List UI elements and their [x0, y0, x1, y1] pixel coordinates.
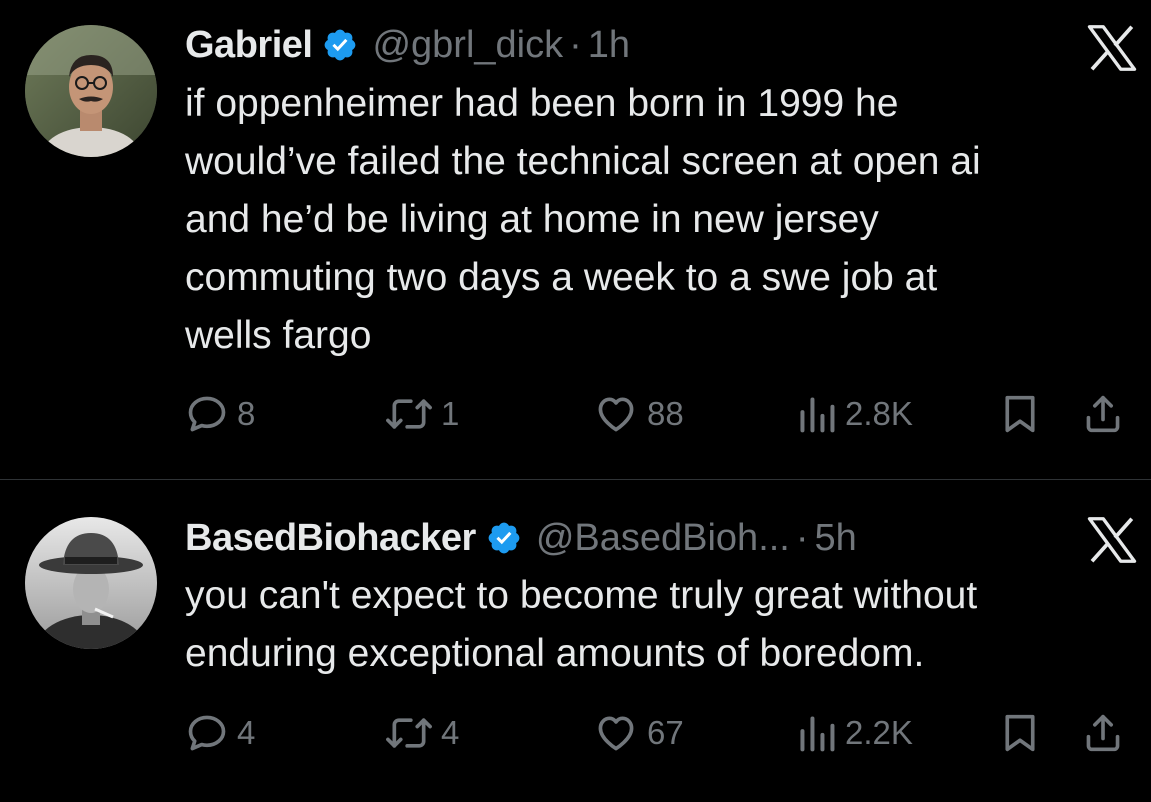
handle[interactable]: @BasedBioh...: [536, 517, 790, 560]
handle[interactable]: @gbrl_dick: [372, 24, 563, 67]
tweet[interactable]: Gabriel @gbrl_dick · 1h if oppenheimer h…: [0, 0, 1151, 480]
display-name[interactable]: Gabriel: [185, 24, 313, 67]
bookmark-icon: [1005, 714, 1035, 752]
bookmark-button[interactable]: [1000, 389, 1040, 439]
tweet-text-line: if oppenheimer had been born in 1999 he: [185, 82, 899, 125]
action-bar: 4 4 67 2.2K: [185, 708, 1135, 758]
tweet-text-line: would’ve failed the technical screen at …: [185, 140, 981, 183]
avatar[interactable]: [25, 517, 157, 649]
retweet-count: 1: [441, 395, 460, 432]
separator: ·: [795, 516, 809, 559]
tweet-text-line: commuting two days a week to a swe job a…: [185, 256, 938, 299]
tweet-header: BasedBiohacker @BasedBioh... · 5h: [185, 513, 857, 563]
share-icon: [1086, 714, 1120, 752]
verified-badge-icon: [325, 29, 356, 61]
reply-count: 8: [237, 395, 256, 432]
tweet-text-line: enduring exceptional amounts of boredom.: [185, 632, 925, 675]
x-logo-icon: [1087, 25, 1137, 71]
tweet[interactable]: BasedBiohacker @BasedBioh... · 5h you ca…: [0, 481, 1151, 802]
like-count: 88: [647, 395, 684, 432]
reply-button[interactable]: 8: [185, 389, 255, 439]
tweet-header: Gabriel @gbrl_dick · 1h: [185, 20, 630, 70]
tweet-text: if oppenheimer had been born in 1999 he …: [185, 75, 1135, 365]
like-count: 67: [647, 714, 684, 751]
views-count: 2.2K: [845, 714, 913, 751]
tweet-text-line: you can't expect to become truly great w…: [185, 574, 978, 617]
tweet-text-line: and he’d be living at home in new jersey: [185, 198, 879, 241]
bookmark-button[interactable]: [1000, 708, 1040, 758]
bookmark-icon: [1005, 395, 1035, 433]
share-icon: [1086, 395, 1120, 433]
views-button[interactable]: 2.2K: [797, 708, 913, 758]
action-bar: 8 1 88 2.8K: [185, 389, 1135, 439]
tweet-text-line: wells fargo: [185, 314, 372, 357]
like-button[interactable]: 67: [593, 708, 684, 758]
reply-count: 4: [237, 714, 256, 751]
retweet-count: 4: [441, 714, 460, 751]
views-count: 2.8K: [845, 395, 913, 432]
share-button[interactable]: [1083, 708, 1123, 758]
reply-button[interactable]: 4: [185, 708, 255, 758]
retweet-icon: [386, 399, 432, 429]
reply-icon: [188, 396, 226, 432]
retweet-button[interactable]: 1: [385, 389, 459, 439]
avatar[interactable]: [25, 25, 157, 157]
timestamp[interactable]: 1h: [588, 24, 630, 67]
views-icon: [800, 716, 835, 752]
views-icon: [800, 397, 835, 433]
views-button[interactable]: 2.8K: [797, 389, 913, 439]
verified-badge-icon: [488, 522, 520, 554]
like-button[interactable]: 88: [593, 389, 684, 439]
heart-icon: [598, 716, 634, 751]
display-name[interactable]: BasedBiohacker: [185, 517, 476, 560]
share-button[interactable]: [1083, 389, 1123, 439]
retweet-icon: [386, 718, 432, 748]
timestamp[interactable]: 5h: [815, 517, 857, 560]
tweet-text: you can't expect to become truly great w…: [185, 567, 1135, 683]
x-logo-icon: [1087, 517, 1137, 563]
separator: ·: [569, 23, 582, 66]
retweet-button[interactable]: 4: [385, 708, 459, 758]
heart-icon: [598, 397, 634, 432]
reply-icon: [188, 715, 226, 751]
